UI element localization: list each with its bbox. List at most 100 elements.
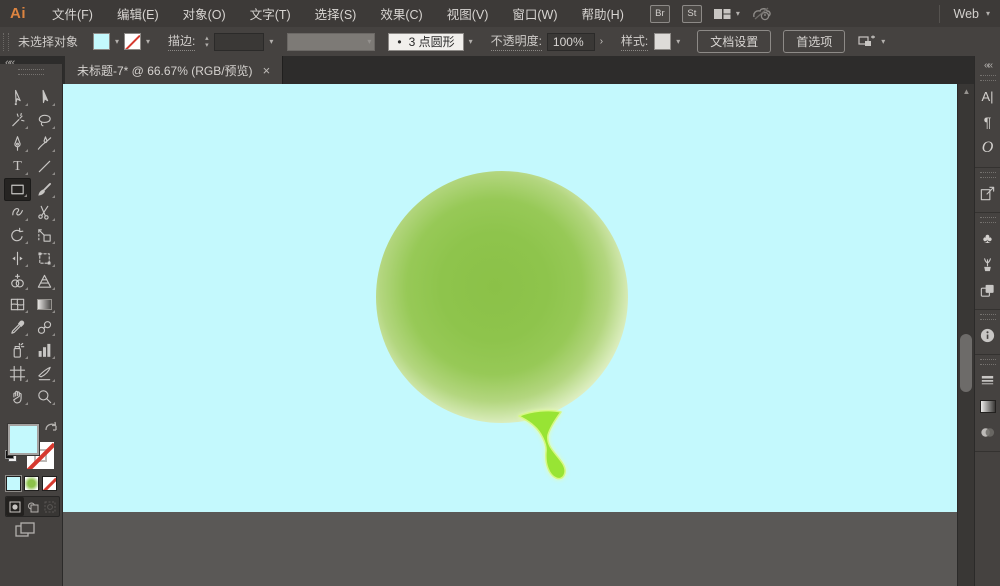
perspective-grid-tool[interactable] — [31, 270, 58, 293]
fill-color-swatch[interactable] — [93, 33, 110, 50]
artboard-canvas[interactable] — [63, 84, 957, 512]
close-tab-icon[interactable]: × — [263, 64, 271, 77]
swap-fill-stroke-icon[interactable] — [44, 421, 58, 435]
menu-item[interactable]: 选择(S) — [303, 4, 369, 23]
stroke-color-swatch[interactable] — [124, 33, 141, 50]
align-options-button[interactable]: ▾ — [858, 35, 885, 49]
slice-tool[interactable] — [31, 362, 58, 385]
document-tab[interactable]: 未标题-7* @ 66.67% (RGB/预览) × — [65, 56, 283, 84]
chevron-down-icon[interactable]: ▾ — [671, 37, 685, 46]
gradient-panel-icon[interactable] — [975, 393, 1000, 419]
export-panel-icon[interactable] — [975, 180, 1000, 206]
zoom-tool[interactable] — [31, 385, 58, 408]
chevron-down-icon[interactable]: ▾ — [110, 37, 124, 46]
opacity-expand-button[interactable]: › — [595, 33, 608, 51]
selection-tool[interactable] — [31, 86, 58, 109]
panel-group-grip[interactable] — [980, 217, 996, 223]
sync-settings-icon[interactable] — [752, 6, 772, 22]
color-button[interactable] — [6, 476, 21, 491]
lasso-tool[interactable] — [31, 109, 58, 132]
green-gradient-ball[interactable] — [376, 171, 628, 423]
preferences-button[interactable]: 首选项 — [783, 30, 845, 53]
graphic-style-swatch[interactable] — [654, 33, 671, 50]
menu-item[interactable]: 窗口(W) — [500, 4, 569, 23]
curvature-tool[interactable] — [31, 132, 58, 155]
shaper-tool[interactable] — [4, 201, 31, 224]
magic-wand-tool[interactable] — [4, 109, 31, 132]
draw-normal-mode[interactable] — [6, 497, 24, 516]
expand-panels-icon[interactable]: «« — [975, 56, 1000, 71]
fill-indicator[interactable] — [8, 424, 39, 455]
stroke-panel-icon[interactable] — [975, 367, 1000, 393]
gradient-button[interactable] — [24, 476, 39, 491]
document-setup-button[interactable]: 文档设置 — [697, 30, 771, 53]
scale-tool[interactable] — [31, 224, 58, 247]
menu-item[interactable]: 帮助(H) — [570, 4, 636, 23]
none-button[interactable] — [42, 476, 57, 491]
free-transform-tool[interactable] — [31, 247, 58, 270]
arrange-documents-button[interactable]: ▾ — [714, 8, 740, 20]
artboard-tool[interactable] — [4, 362, 31, 385]
gradient-tool[interactable] — [31, 293, 58, 316]
transparency-panel-icon[interactable] — [975, 419, 1000, 445]
info-panel-icon[interactable] — [975, 322, 1000, 348]
panel-group-grip[interactable] — [980, 172, 996, 178]
style-label[interactable]: 样式: — [621, 32, 648, 51]
eyedropper-tool[interactable] — [4, 316, 31, 339]
draw-behind-mode[interactable] — [24, 497, 42, 516]
type-tool[interactable]: T — [4, 155, 31, 178]
character-panel-icon[interactable]: A| — [975, 83, 1000, 109]
rotate-tool[interactable] — [4, 224, 31, 247]
stock-button[interactable]: St — [682, 5, 702, 23]
workspace-switcher[interactable]: Web ▾ — [939, 5, 991, 23]
width-tool[interactable] — [4, 247, 31, 270]
brush-definition-dropdown[interactable]: • 3 点圆形 — [388, 33, 463, 51]
hand-tool[interactable] — [4, 385, 31, 408]
brushes-panel-icon[interactable] — [975, 251, 1000, 277]
opentype-panel-icon[interactable]: O — [975, 135, 1000, 161]
chevron-down-icon[interactable]: ▾ — [264, 37, 278, 46]
draw-inside-mode[interactable] — [41, 497, 59, 516]
symbol-sprayer-tool[interactable] — [4, 339, 31, 362]
screen-mode-icon[interactable] — [15, 522, 35, 538]
blend-tool[interactable] — [31, 316, 58, 339]
pasteboard-area[interactable] — [63, 512, 957, 586]
column-graph-tool[interactable] — [31, 339, 58, 362]
panel-group-grip[interactable] — [980, 75, 996, 81]
opacity-field[interactable]: 100% — [547, 33, 595, 51]
control-bar-grip[interactable] — [3, 33, 9, 51]
graphic-styles-panel-icon[interactable] — [975, 277, 1000, 303]
stroke-weight-label[interactable]: 描边: — [168, 32, 195, 51]
menu-item[interactable]: 对象(O) — [171, 4, 238, 23]
stroke-weight-stepper[interactable]: ▴▾ — [201, 35, 212, 49]
rectangle-tool[interactable] — [4, 178, 31, 201]
vertical-scrollbar[interactable]: ▲ — [957, 84, 975, 586]
menu-item[interactable]: 效果(C) — [368, 4, 434, 23]
chevron-down-icon[interactable]: ▾ — [464, 37, 478, 46]
opacity-label[interactable]: 不透明度: — [491, 32, 542, 51]
mesh-tool[interactable] — [4, 293, 31, 316]
shape-builder-tool[interactable] — [4, 270, 31, 293]
line-segment-tool[interactable] — [31, 155, 58, 178]
scrollbar-thumb[interactable] — [960, 334, 972, 392]
panel-group-grip[interactable] — [980, 314, 996, 320]
green-paint-drip[interactable] — [501, 404, 601, 499]
scissors-tool[interactable] — [31, 201, 58, 224]
menu-item[interactable]: 文字(T) — [238, 4, 303, 23]
menu-item[interactable]: 编辑(E) — [105, 4, 171, 23]
pen-tool[interactable] — [4, 132, 31, 155]
panel-group-grip[interactable] — [980, 359, 996, 365]
symbols-panel-icon[interactable]: ♣ — [975, 225, 1000, 251]
stroke-weight-field[interactable] — [214, 33, 264, 51]
chevron-down-icon[interactable]: ▾ — [141, 37, 155, 46]
panel-group: ♣ — [975, 217, 1000, 310]
paragraph-panel-glyph: ¶ — [984, 114, 992, 130]
menu-item[interactable]: 视图(V) — [435, 4, 501, 23]
menu-item[interactable]: 文件(F) — [40, 4, 105, 23]
direct-selection-tool[interactable] — [4, 86, 31, 109]
paintbrush-tool[interactable] — [31, 178, 58, 201]
tools-panel-grip[interactable] — [18, 69, 44, 75]
scroll-up-arrow[interactable]: ▲ — [958, 87, 975, 96]
paragraph-panel-icon[interactable]: ¶ — [975, 109, 1000, 135]
bridge-button[interactable]: Br — [650, 5, 670, 23]
